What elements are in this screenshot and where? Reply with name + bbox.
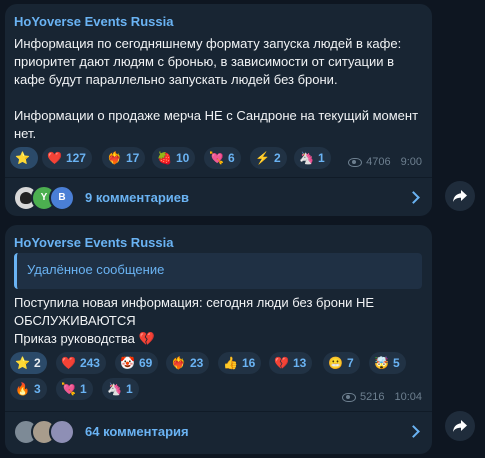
post-meta: 4706 9:00	[348, 156, 422, 168]
grimacing-face-icon: 😬	[328, 356, 343, 370]
heart-icon: ❤️	[47, 151, 62, 165]
chevron-right-icon	[407, 190, 420, 204]
post-meta: 5216 10:04	[341, 391, 422, 403]
reaction-star[interactable]: ⭐	[10, 147, 38, 169]
reaction-exploding-head[interactable]: 🤯 5	[369, 352, 406, 374]
commenter-avatars: Y B	[13, 185, 83, 211]
reaction-clown[interactable]: 🤡 69	[115, 352, 159, 374]
heart-with-arrow-icon: 💘	[209, 151, 224, 165]
share-button[interactable]	[445, 181, 475, 211]
avatar: B	[49, 185, 75, 211]
channel-post: HoYoverse Events Russia Удалённое сообще…	[5, 225, 432, 454]
eye-icon	[348, 157, 363, 167]
reaction-unicorn[interactable]: 🦄 1	[102, 378, 139, 400]
reply-quote[interactable]: Удалённое сообщение	[14, 253, 422, 289]
heart-on-fire-icon: ❤️‍🔥	[171, 356, 186, 370]
clown-icon: 🤡	[120, 356, 135, 370]
comments-count-label: 9 комментариев	[85, 189, 190, 205]
comments-button[interactable]: Y B 9 комментариев	[5, 178, 432, 216]
unicorn-icon: 🦄	[107, 382, 122, 396]
comments-count-label: 64 комментария	[85, 423, 189, 439]
reaction-heart-arrow[interactable]: 💘 6	[204, 147, 241, 169]
channel-name[interactable]: HoYoverse Events Russia	[14, 235, 173, 250]
chevron-right-icon	[407, 424, 420, 438]
star-icon: ⭐	[15, 356, 30, 370]
reaction-thumbs-up[interactable]: 👍 16	[218, 352, 262, 374]
star-icon: ⭐	[15, 151, 30, 165]
thumbs-up-icon: 👍	[223, 356, 238, 370]
broken-heart-icon: 💔	[274, 356, 289, 370]
reaction-strawberry[interactable]: 🍓 10	[152, 147, 196, 169]
share-button[interactable]	[445, 411, 475, 441]
channel-name[interactable]: HoYoverse Events Russia	[14, 14, 173, 29]
channel-post: HoYoverse Events Russia Информация по се…	[5, 4, 432, 216]
avatar	[49, 419, 75, 445]
eye-icon	[341, 392, 356, 402]
heart-with-arrow-icon: 💘	[61, 382, 76, 396]
lightning-icon: ⚡	[255, 151, 270, 165]
reaction-grimace[interactable]: 😬 7	[323, 352, 360, 374]
reaction-heart[interactable]: ❤️ 243	[56, 352, 106, 374]
fire-icon: 🔥	[15, 382, 30, 396]
unicorn-icon: 🦄	[299, 151, 314, 165]
reaction-broken-heart[interactable]: 💔 13	[269, 352, 313, 374]
reaction-lightning[interactable]: ⚡ 2	[250, 147, 287, 169]
reaction-heart-on-fire[interactable]: ❤️‍🔥 17	[102, 147, 146, 169]
share-arrow-icon	[453, 190, 467, 202]
commenter-avatars	[13, 419, 83, 445]
post-text: Поступила новая информация: сегодня люди…	[14, 295, 375, 346]
heart-on-fire-icon: ❤️‍🔥	[107, 151, 122, 165]
reaction-unicorn[interactable]: 🦄 1	[294, 147, 331, 169]
view-count: 4706	[366, 156, 391, 168]
comments-button[interactable]: 64 комментария	[5, 412, 432, 450]
exploding-head-icon: 🤯	[374, 356, 389, 370]
reaction-heart-on-fire[interactable]: ❤️‍🔥 23	[166, 352, 210, 374]
reaction-heart-arrow[interactable]: 💘 1	[56, 378, 93, 400]
strawberry-icon: 🍓	[157, 151, 172, 165]
view-count: 5216	[359, 391, 385, 403]
post-time: 10:04	[394, 391, 422, 403]
post-time: 9:00	[400, 156, 422, 168]
reaction-fire[interactable]: 🔥 3	[10, 378, 47, 400]
post-text: Информация по сегодняшнему формату запус…	[14, 36, 419, 141]
share-arrow-icon	[453, 420, 467, 432]
reaction-star[interactable]: ⭐ 2	[10, 352, 47, 374]
reaction-heart[interactable]: ❤️ 127	[42, 147, 92, 169]
heart-icon: ❤️	[61, 356, 76, 370]
